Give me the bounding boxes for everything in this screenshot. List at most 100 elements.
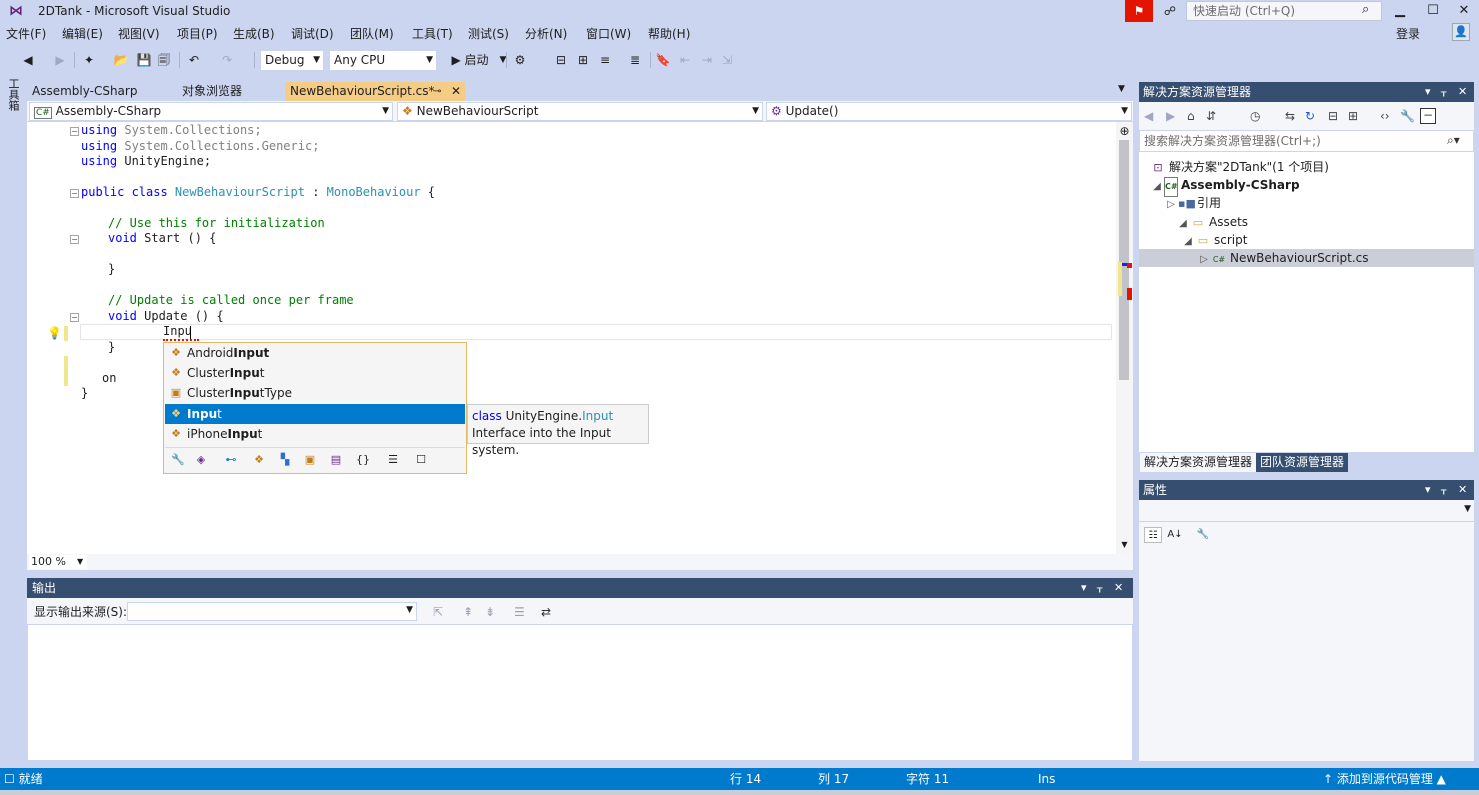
filter-class-icon[interactable]: ❖ — [251, 452, 267, 468]
menu-project[interactable]: 项目(P) — [177, 25, 218, 43]
tab-assembly-csharp[interactable]: Assembly-CSharp — [27, 82, 167, 101]
filter-namespace-icon[interactable]: {} — [355, 452, 371, 468]
tab-team-explorer[interactable]: 团队资源管理器 — [1256, 453, 1349, 472]
show-all-files-icon[interactable]: ⊞ — [1348, 108, 1358, 124]
pin-icon[interactable]: ⊸ — [433, 82, 441, 101]
filter-event-icon[interactable]: ▤ — [328, 452, 344, 468]
maximize-button[interactable]: ☐ — [1420, 0, 1446, 22]
tab-overflow-icon[interactable]: ▼ — [1118, 84, 1125, 94]
member-dropdown[interactable]: ⚙ Update() ▼ — [766, 102, 1132, 121]
close-window-button[interactable]: ✕ — [1451, 0, 1477, 22]
lightbulb-icon[interactable]: 💡 — [47, 326, 62, 340]
properties-icon[interactable]: 🔧 — [1400, 108, 1415, 124]
completion-item[interactable]: ▣ ClusterInputType — [165, 383, 465, 403]
close-icon[interactable]: ✕ — [1458, 482, 1467, 498]
tab-newbehaviourscript[interactable]: NewBehaviourScript.cs* ⊸ ✕ — [285, 82, 465, 101]
tree-item-script[interactable]: ◢ ▭ script — [1181, 231, 1247, 249]
close-icon[interactable]: ✕ — [1458, 84, 1467, 100]
close-tab-icon[interactable]: ✕ — [451, 82, 461, 101]
switch-views-icon[interactable]: ⇵ — [1206, 108, 1216, 124]
property-pages-icon[interactable]: 🔧 — [1194, 527, 1212, 543]
class-view-icon[interactable]: ⊞ — [574, 50, 592, 70]
word-wrap-icon[interactable]: ⇄ — [541, 604, 551, 620]
pin-icon[interactable]: ᚁ — [1441, 482, 1446, 498]
prev-bookmark-icon[interactable]: ⇤ — [676, 50, 694, 70]
menu-debug[interactable]: 调试(D) — [291, 25, 334, 43]
tree-item-assets[interactable]: ◢ ▭ Assets — [1176, 213, 1248, 231]
tree-item-references[interactable]: ▷ ▪■引用 — [1164, 194, 1221, 212]
home-icon[interactable]: ⌂ — [1187, 108, 1195, 124]
completion-item[interactable]: ❖ iPhoneInput — [165, 424, 465, 444]
sync-icon[interactable]: ⇆ — [1285, 108, 1295, 124]
scrollbar-thumb[interactable] — [1119, 140, 1129, 380]
tree-item-project[interactable]: ◢ C# Assembly-CSharp — [1150, 176, 1300, 197]
filter-keyword-icon[interactable]: ☰ — [385, 452, 401, 468]
panel-menu-icon[interactable]: ▾ — [1425, 482, 1431, 498]
pin-icon[interactable]: ᚁ — [1097, 580, 1102, 596]
notification-flag-icon[interactable]: ⚑ — [1125, 0, 1153, 22]
class-dropdown[interactable]: ❖ NewBehaviourScript ▼ — [397, 102, 763, 121]
menu-file[interactable]: 文件(F) — [6, 25, 46, 43]
collapse-icon[interactable]: − — [70, 189, 79, 198]
new-project-icon[interactable]: ✦ — [80, 50, 98, 70]
close-icon[interactable]: ✕ — [1114, 580, 1123, 596]
outdent-icon[interactable]: ≡ — [596, 50, 614, 70]
forward-icon[interactable]: ▶ — [1166, 108, 1175, 124]
clear-bookmarks-icon[interactable]: ⇲ — [718, 50, 736, 70]
navigate-forward-icon[interactable]: ▶ — [52, 50, 68, 70]
filter-snippet-icon[interactable]: ☐ — [413, 452, 429, 468]
toggle-comment-icon[interactable]: ⊟ — [552, 50, 570, 70]
menu-team[interactable]: 团队(M) — [350, 25, 394, 43]
solution-platform-select[interactable]: Any CPU ▼ — [329, 50, 437, 71]
zoom-select[interactable]: 100 % ▼ — [29, 555, 87, 569]
next-bookmark-icon[interactable]: ⇥ — [698, 50, 716, 70]
menu-help[interactable]: 帮助(H) — [648, 25, 690, 43]
pin-icon[interactable]: ᚁ — [1441, 84, 1446, 100]
clear-all-icon[interactable]: ☰ — [514, 604, 525, 620]
completion-item[interactable]: ❖ ClusterInput — [165, 363, 465, 383]
search-icon[interactable]: ⌕▾ — [1447, 133, 1460, 148]
collapse-icon[interactable]: − — [70, 313, 79, 322]
categorized-icon[interactable]: ☷ — [1144, 527, 1162, 543]
pending-changes-icon[interactable]: ◷ — [1250, 108, 1260, 124]
menu-edit[interactable]: 编辑(E) — [62, 25, 103, 43]
tab-solution-explorer[interactable]: 解决方案资源管理器 — [1140, 453, 1257, 472]
properties-object-select[interactable]: ▼ — [1139, 500, 1474, 522]
output-source-select[interactable]: ▼ — [127, 602, 417, 621]
quick-launch-input[interactable]: 快速启动 (Ctrl+Q) — [1186, 1, 1382, 21]
undo-icon[interactable]: ↶ — [185, 50, 203, 70]
minimize-button[interactable]: ▁ — [1387, 0, 1413, 22]
output-text-area[interactable] — [27, 624, 1133, 761]
collapse-icon[interactable]: − — [70, 235, 79, 244]
save-all-icon[interactable]: 🗐 — [155, 50, 173, 70]
start-debugging-button[interactable]: ▶ 启动 — [444, 50, 496, 70]
completion-item[interactable]: ❖ AndroidInput — [165, 343, 465, 363]
filter-method-icon[interactable]: ◈ — [193, 452, 209, 468]
menu-tools[interactable]: 工具(T) — [412, 25, 453, 43]
panel-menu-icon[interactable]: ▾ — [1081, 580, 1087, 596]
navigate-back-icon[interactable]: ◀ — [20, 50, 36, 70]
redo-icon[interactable]: ↷ — [218, 50, 236, 70]
refresh-icon[interactable]: ↻ — [1305, 108, 1315, 124]
filter-struct-icon[interactable]: ▚ — [277, 452, 293, 468]
menu-view[interactable]: 视图(V) — [118, 25, 160, 43]
menu-analyze[interactable]: 分析(N) — [525, 25, 567, 43]
menu-window[interactable]: 窗口(W) — [586, 25, 631, 43]
menu-build[interactable]: 生成(B) — [233, 25, 275, 43]
next-message-icon[interactable]: ⇟ — [485, 604, 495, 620]
find-message-icon[interactable]: ⇱ — [433, 604, 443, 620]
scroll-down-icon[interactable]: ▼ — [1116, 540, 1133, 549]
add-to-source-control-button[interactable]: ↑ 添加到源代码管理 ▲ — [1323, 771, 1446, 787]
open-file-icon[interactable]: 📂 — [112, 50, 130, 70]
solution-configuration-select[interactable]: Debug ▼ — [260, 50, 324, 71]
indent-icon[interactable]: ≣ — [626, 50, 644, 70]
menu-test[interactable]: 测试(S) — [468, 25, 509, 43]
solution-search-input[interactable]: 搜索解决方案资源管理器(Ctrl+;) — [1139, 130, 1474, 152]
project-dropdown[interactable]: C# Assembly-CSharp ▼ — [29, 102, 393, 121]
tree-item-newbehaviourscript[interactable]: ▷ C# NewBehaviourScript.cs — [1197, 249, 1368, 267]
filter-enum-icon[interactable]: ▣ — [302, 452, 318, 468]
tree-item-solution[interactable]: ⊡ 解决方案"2DTank"(1 个项目) — [1150, 158, 1329, 176]
view-code-icon[interactable]: ‹› — [1380, 108, 1390, 124]
sign-in-link[interactable]: 登录 — [1396, 25, 1420, 42]
feedback-icon[interactable]: ☍ — [1160, 2, 1180, 20]
